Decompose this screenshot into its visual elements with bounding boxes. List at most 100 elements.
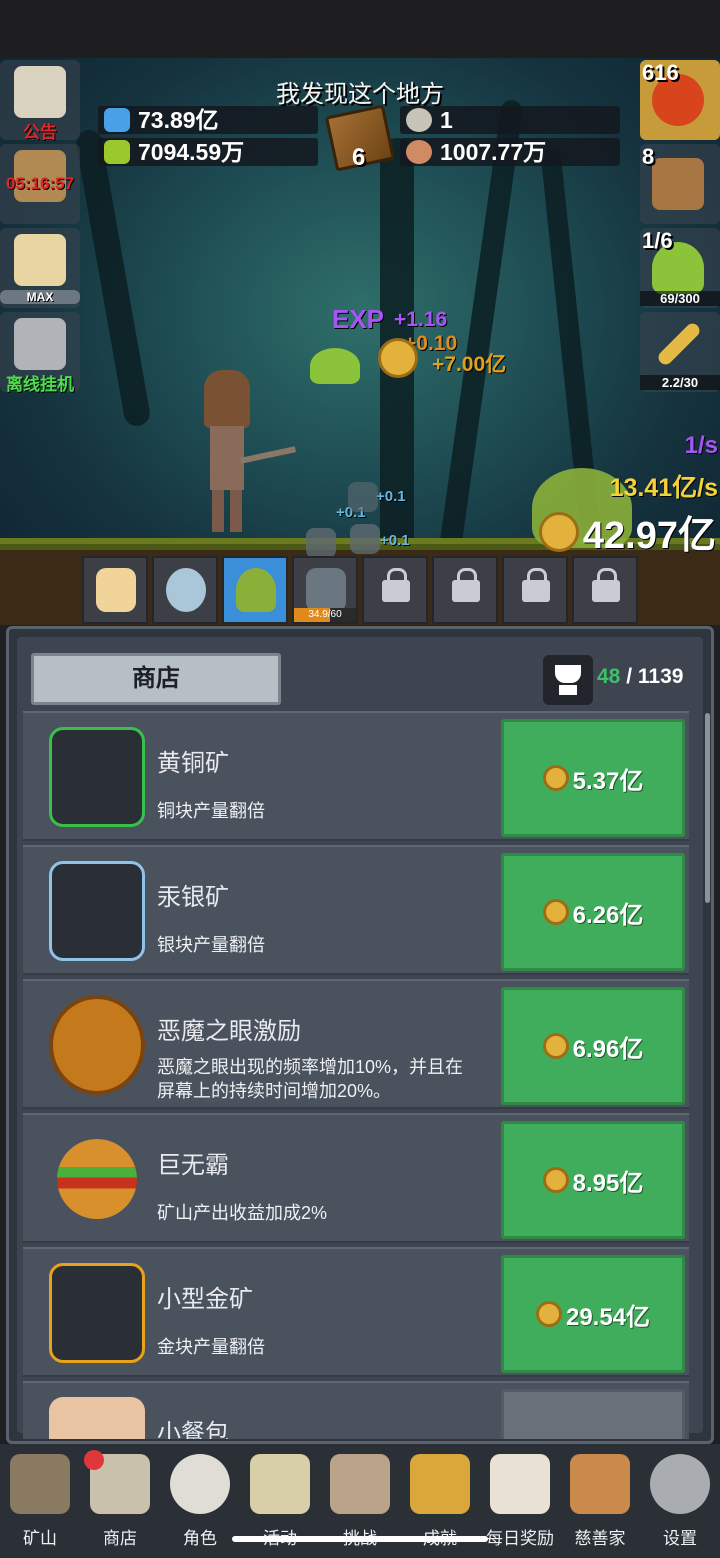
potion-button[interactable]: 616	[640, 60, 720, 140]
coin-icon	[535, 1301, 562, 1327]
tree-trunk	[74, 128, 152, 428]
sword-button[interactable]: 2.2/30	[640, 312, 720, 392]
candle-icon	[96, 568, 136, 612]
slot-locked[interactable]	[362, 556, 428, 624]
scroll-icon	[250, 1454, 310, 1514]
slot-candle[interactable]	[82, 556, 148, 624]
demon-eye-icon	[49, 995, 145, 1095]
gold-total-value: 42.97亿	[582, 515, 716, 557]
nav-item-mine[interactable]: 矿山	[0, 1450, 80, 1550]
buy-button[interactable]: 5.37亿	[501, 719, 685, 837]
slot-slime[interactable]	[222, 556, 288, 624]
lock-icon	[592, 568, 620, 602]
nav-item-achievements[interactable]: 成就	[400, 1450, 480, 1550]
nav-item-settings[interactable]: 设置	[640, 1450, 720, 1550]
achievement-total: 1139	[637, 665, 684, 688]
chest-button[interactable]: 8	[640, 144, 720, 224]
beer-button[interactable]: MAX	[0, 228, 80, 308]
burger-icon	[57, 1139, 137, 1219]
nav-item-events[interactable]: 活动	[240, 1450, 320, 1550]
offline-label: 离线挂机	[6, 375, 74, 394]
slot-zombie[interactable]: 34.9/60	[292, 556, 358, 624]
treasure-chest-icon	[652, 158, 704, 210]
golden-key-icon	[410, 1454, 470, 1514]
nav-item-daily-reward[interactable]: 每日奖励	[480, 1450, 560, 1550]
shop-scrollbar[interactable]	[705, 713, 710, 903]
game-scene[interactable]: 我发现这个地方 73.89亿 7094.59万 1 1007.77万 6 公告 …	[0, 58, 720, 625]
buy-button[interactable]: 29.54亿	[501, 1255, 685, 1373]
nav-item-philanthropist[interactable]: 慈善家	[560, 1450, 640, 1550]
slot-progress: 34.9/60	[294, 608, 356, 622]
shop-list[interactable]: 黄铜矿 铜块产量翻倍 5.37亿 汞银矿 银块产量翻倍 6.26亿 恶魔之眼激励…	[23, 711, 689, 1439]
lantern-icon	[10, 1454, 70, 1514]
offline-button[interactable]: 离线挂机	[0, 312, 80, 394]
item-desc: 恶魔之眼出现的频率增加10%，并且在屏幕上的持续时间增加20%。	[157, 1057, 464, 1101]
nav-item-character[interactable]: 角色	[160, 1450, 240, 1550]
exp-gain: +1.16	[394, 308, 448, 331]
shop-panel-inner: 商店 48 / 1139 黄铜矿 铜块产量翻倍 5.37亿 汞银矿 银块产量翻倍…	[17, 637, 710, 1439]
per-second-rate: 1/s	[684, 432, 718, 459]
blue-potion-resource: 73.89亿	[98, 106, 318, 134]
buy-button[interactable]	[501, 1389, 685, 1439]
silver-coin-icon	[406, 108, 432, 132]
item-desc: 金块产量翻倍	[157, 1337, 265, 1357]
slime-icon	[236, 568, 276, 612]
skull-icon	[170, 1454, 230, 1514]
coin-icon	[542, 765, 569, 791]
nav-item-challenge[interactable]: 挑战	[320, 1450, 400, 1550]
slime-button[interactable]: 1/6 69/300	[640, 228, 720, 308]
silver-resource: 1	[400, 106, 620, 134]
slot-egg[interactable]	[152, 556, 218, 624]
slot-locked[interactable]	[502, 556, 568, 624]
map-icon	[330, 1454, 390, 1514]
green-potion-resource: 7094.59万	[98, 138, 318, 166]
lock-icon	[382, 568, 410, 602]
achievement-current: 48	[597, 665, 621, 688]
item-name: 小型金矿	[157, 1286, 253, 1313]
slime-progress: 69/300	[640, 291, 720, 306]
nav-label: 每日奖励	[486, 1529, 554, 1548]
slime-monster[interactable]	[310, 348, 360, 384]
coin-icon	[542, 1167, 569, 1193]
hero-character[interactable]	[200, 370, 297, 540]
shop-item: 汞银矿 银块产量翻倍 6.26亿	[23, 845, 689, 975]
shop-item: 巨无霸 矿山产出收益加成2% 8.95亿	[23, 1113, 689, 1243]
shop-item: 恶魔之眼激励 恶魔之眼出现的频率增加10%，并且在屏幕上的持续时间增加20%。 …	[23, 979, 689, 1109]
sword-icon	[655, 320, 703, 368]
notification-dot	[84, 1450, 104, 1470]
gear-icon	[650, 1454, 710, 1514]
gold-total: 42.97亿	[538, 504, 716, 559]
buy-button[interactable]: 6.96亿	[501, 987, 685, 1105]
home-indicator[interactable]	[232, 1536, 488, 1542]
coin-icon	[542, 1033, 569, 1059]
potion-count: 616	[642, 60, 679, 85]
blue-potion-icon	[104, 108, 130, 132]
buy-button[interactable]: 6.26亿	[501, 853, 685, 971]
zombie-enemy[interactable]	[350, 524, 380, 554]
item-name: 小餐包	[157, 1420, 229, 1439]
meat-icon	[406, 140, 432, 164]
exp-label: EXP	[332, 304, 385, 334]
tab-shop[interactable]: 商店	[31, 653, 281, 705]
beer-mug-icon	[14, 234, 66, 286]
nav-label: 商店	[103, 1529, 137, 1548]
meat-resource: 1007.77万	[400, 138, 620, 166]
zombie-enemy[interactable]	[348, 482, 378, 512]
item-name: 巨无霸	[157, 1152, 229, 1179]
buy-button[interactable]: 8.95亿	[501, 1121, 685, 1239]
copper-ore-icon	[49, 727, 145, 827]
gold-coin-icon	[538, 511, 579, 552]
shop-item: 小型金矿 金块产量翻倍 29.54亿	[23, 1247, 689, 1377]
nav-label: 角色	[183, 1529, 217, 1548]
zombie-enemy[interactable]	[306, 528, 336, 558]
slot-locked[interactable]	[572, 556, 638, 624]
notice-label: 公告	[23, 123, 57, 142]
coin-icon	[542, 899, 569, 925]
status-bar	[0, 0, 720, 58]
timer-button[interactable]: 05:16:57	[0, 144, 80, 224]
slot-locked[interactable]	[432, 556, 498, 624]
trophy-icon[interactable]	[543, 655, 593, 705]
notice-button[interactable]: 公告	[0, 60, 80, 142]
timer-label: 05:16:57	[5, 174, 75, 193]
gold-gain: +7.00亿	[432, 353, 507, 376]
